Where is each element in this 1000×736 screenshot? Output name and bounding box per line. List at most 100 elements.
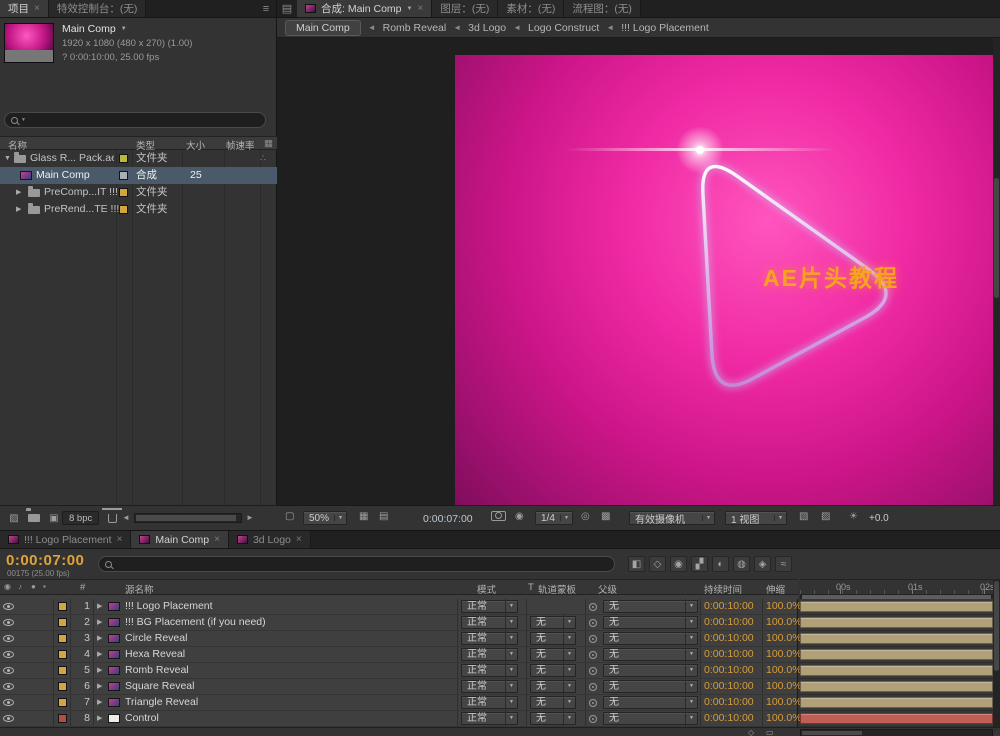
interpret-footage-button[interactable]: ▨ xyxy=(6,511,22,525)
motion-blur-icon[interactable]: ◐ xyxy=(712,556,729,572)
visibility-eye-icon[interactable] xyxy=(3,683,14,690)
layer-name[interactable]: Square Reveal xyxy=(125,679,450,694)
layer-duration-bar[interactable] xyxy=(800,617,993,628)
layer-duration-bar[interactable] xyxy=(800,633,993,644)
column-duration[interactable]: 持续时间 xyxy=(704,582,742,596)
expander-closed-icon[interactable]: ▶ xyxy=(97,599,102,614)
pixel-aspect-icon[interactable]: ▧ xyxy=(799,511,808,522)
layer-row[interactable]: 5 ▶ Romb Reveal 正常▼ 无▼ 无▼ 0:00:10:00 100… xyxy=(0,663,797,679)
track-matte-dropdown[interactable]: 无▼ xyxy=(530,680,576,693)
breadcrumb-3d-logo[interactable]: 3d Logo xyxy=(468,22,506,34)
layer-duration[interactable]: 0:00:10:00 xyxy=(704,615,754,630)
parent-pickwhip-icon[interactable] xyxy=(589,619,597,627)
snapshot-button[interactable] xyxy=(491,511,506,524)
project-row-glass-pack[interactable]: ▼ Glass R... Pack.aep 文件夹 ∴ xyxy=(0,150,277,167)
column-parent[interactable]: 父级 xyxy=(598,582,617,596)
eye-column-icon[interactable]: ◉ xyxy=(4,582,11,591)
scrollbar-thumb[interactable] xyxy=(802,731,862,735)
track-matte-dropdown[interactable]: 无▼ xyxy=(530,664,576,677)
layer-stretch[interactable]: 100.0% xyxy=(766,615,802,630)
layer-duration-bar[interactable] xyxy=(800,601,993,612)
layer-duration[interactable]: 0:00:10:00 xyxy=(704,679,754,694)
layer-stretch[interactable]: 100.0% xyxy=(766,647,802,662)
track-matte-dropdown[interactable]: 无▼ xyxy=(530,648,576,661)
layer-duration[interactable]: 0:00:10:00 xyxy=(704,599,754,614)
scrollbar-thumb[interactable] xyxy=(994,178,999,298)
camera-dropdown[interactable]: 有效摄像机 ▼ xyxy=(629,511,715,525)
layer-row[interactable]: 3 ▶ Circle Reveal 正常▼ 无▼ 无▼ 0:00:10:00 1… xyxy=(0,631,797,647)
layer-track[interactable] xyxy=(800,695,993,711)
layer-row[interactable]: 4 ▶ Hexa Reveal 正常▼ 无▼ 无▼ 0:00:10:00 100… xyxy=(0,647,797,663)
layer-row[interactable]: 8 ▶ Control 正常▼ 无▼ 无▼ 0:00:10:00 100.0% xyxy=(0,711,797,727)
hide-shy-layers-icon[interactable]: ◉ xyxy=(670,556,687,572)
layer-stretch[interactable]: 100.0% xyxy=(766,695,802,710)
tab-footage[interactable]: 素材：(无) xyxy=(498,0,564,17)
region-of-interest-icon[interactable]: ◎ xyxy=(581,511,590,522)
blend-mode-dropdown[interactable]: 正常▼ xyxy=(461,696,518,709)
layer-name[interactable]: Romb Reveal xyxy=(125,663,450,678)
breadcrumb-logo-placement[interactable]: !!! Logo Placement xyxy=(621,22,709,34)
layer-track[interactable] xyxy=(800,711,993,727)
resolution-dropdown[interactable]: 1/4 ▼ xyxy=(535,511,573,525)
layer-stretch[interactable]: 100.0% xyxy=(766,599,802,614)
chevron-down-icon[interactable]: ▼ xyxy=(407,6,413,12)
layer-name[interactable]: Circle Reveal xyxy=(125,631,450,646)
layer-duration-bar[interactable] xyxy=(800,681,993,692)
label-color-chip[interactable] xyxy=(119,188,128,197)
layer-name[interactable]: Control xyxy=(125,711,450,726)
vertical-scrollbar[interactable] xyxy=(993,38,1000,505)
lock-column-icon[interactable]: ▪ xyxy=(43,582,46,591)
parent-dropdown[interactable]: 无▼ xyxy=(603,712,698,725)
parent-dropdown[interactable]: 无▼ xyxy=(603,616,698,629)
draft-3d-icon[interactable]: ◇ xyxy=(649,556,666,572)
parent-pickwhip-icon[interactable] xyxy=(589,715,597,723)
layer-row[interactable]: 1 ▶ !!! Logo Placement 正常▼ 无▼ 0:00:10:00… xyxy=(0,599,797,615)
show-snapshot-icon[interactable]: ◉ xyxy=(515,511,524,522)
layer-stretch[interactable]: 100.0% xyxy=(766,663,802,678)
layer-name[interactable]: Triangle Reveal xyxy=(125,695,450,710)
breadcrumb-main-comp[interactable]: Main Comp xyxy=(285,20,361,36)
layer-track[interactable] xyxy=(800,599,993,615)
comp-thumbnail[interactable] xyxy=(4,23,54,63)
expander-closed-icon[interactable]: ▶ xyxy=(97,631,102,646)
column-number[interactable]: # xyxy=(80,582,85,593)
vertical-scrollbar[interactable] xyxy=(993,579,1000,727)
layer-duration-bar[interactable] xyxy=(800,665,993,676)
layer-row[interactable]: 2 ▶ !!! BG Placement (if you need) 正常▼ 无… xyxy=(0,615,797,631)
header-grid-icon[interactable]: ▦ xyxy=(264,138,273,149)
parent-pickwhip-icon[interactable] xyxy=(589,635,597,643)
layer-duration[interactable]: 0:00:10:00 xyxy=(704,663,754,678)
layer-stretch[interactable]: 100.0% xyxy=(766,711,802,726)
parent-dropdown[interactable]: 无▼ xyxy=(603,696,698,709)
delete-button[interactable] xyxy=(104,511,120,525)
layer-duration-bar[interactable] xyxy=(800,649,993,660)
parent-pickwhip-icon[interactable] xyxy=(589,667,597,675)
expander-closed-icon[interactable]: ▶ xyxy=(16,184,21,201)
column-source-name[interactable]: 源名称 xyxy=(125,582,154,596)
layer-stretch[interactable]: 100.0% xyxy=(766,679,802,694)
project-row-prerender[interactable]: ▶ PreRend...TE !!! 文件夹 xyxy=(0,201,277,218)
solo-column-icon[interactable]: ● xyxy=(31,582,36,591)
magnification-dropdown[interactable]: 50% ▼ xyxy=(303,511,347,525)
toggle-switches-icon[interactable]: ◇ xyxy=(748,728,754,736)
expander-open-icon[interactable]: ▼ xyxy=(4,150,11,167)
blend-mode-dropdown[interactable]: 正常▼ xyxy=(461,664,518,677)
expand-region-icon[interactable]: ▢ xyxy=(285,511,294,522)
graph-editor-icon[interactable]: ≈ xyxy=(775,556,792,572)
scrollbar-thumb[interactable] xyxy=(994,581,999,671)
transparency-grid-icon[interactable]: ▩ xyxy=(601,511,610,522)
expander-closed-icon[interactable]: ▶ xyxy=(97,615,102,630)
parent-dropdown[interactable]: 无▼ xyxy=(603,632,698,645)
resize-grip-icon[interactable]: ∴ xyxy=(995,730,999,736)
label-color-chip[interactable] xyxy=(119,154,128,163)
grid-guides-icon[interactable]: ▤ xyxy=(379,511,388,522)
horizontal-scrollbar[interactable] xyxy=(134,513,242,523)
track-matte-dropdown[interactable]: 无▼ xyxy=(530,632,576,645)
scroll-left-icon[interactable]: ◄ xyxy=(122,513,130,522)
close-icon[interactable]: × xyxy=(214,534,220,545)
view-layout-dropdown[interactable]: 1 视图 ▼ xyxy=(725,511,787,525)
column-trkmat[interactable]: 轨道蒙板 xyxy=(538,582,576,596)
close-icon[interactable]: × xyxy=(34,3,40,14)
layer-duration-bar[interactable] xyxy=(800,697,993,708)
close-icon[interactable]: × xyxy=(117,534,123,545)
